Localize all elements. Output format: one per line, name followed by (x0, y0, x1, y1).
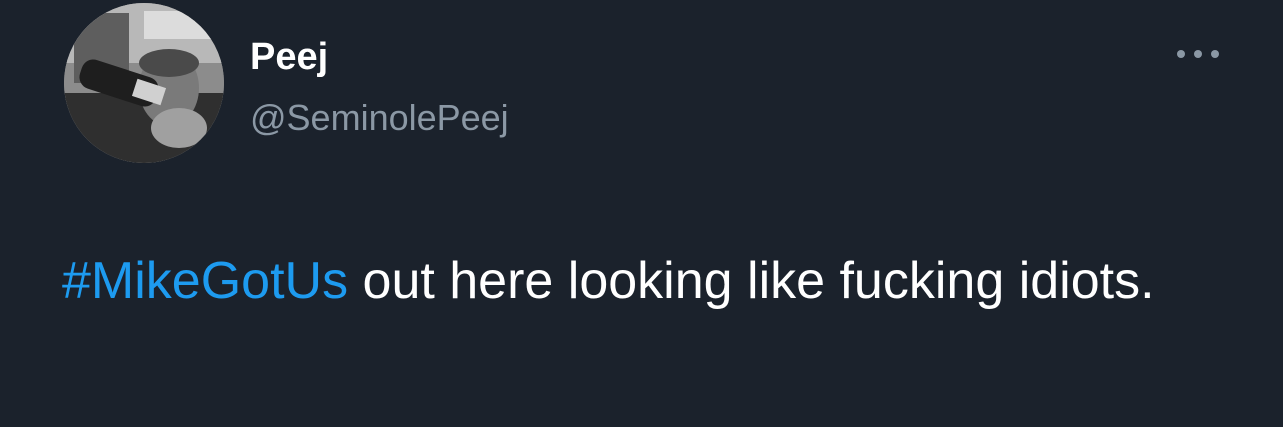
tweet-text: #MikeGotUs out here looking like fucking… (62, 246, 1222, 316)
more-options-button[interactable] (1168, 36, 1228, 72)
author-handle[interactable]: @SeminolePeej (250, 96, 509, 140)
avatar-photo (64, 3, 224, 163)
avatar[interactable] (64, 3, 224, 163)
hashtag-link[interactable]: #MikeGotUs (62, 252, 348, 310)
tweet-body-text: out here looking like fucking idiots. (348, 252, 1155, 310)
tweet-card: Peej @SeminolePeej #MikeGotUs out here l… (0, 0, 1283, 427)
more-horizontal-icon (1177, 50, 1219, 58)
author-display-name[interactable]: Peej (250, 34, 328, 80)
